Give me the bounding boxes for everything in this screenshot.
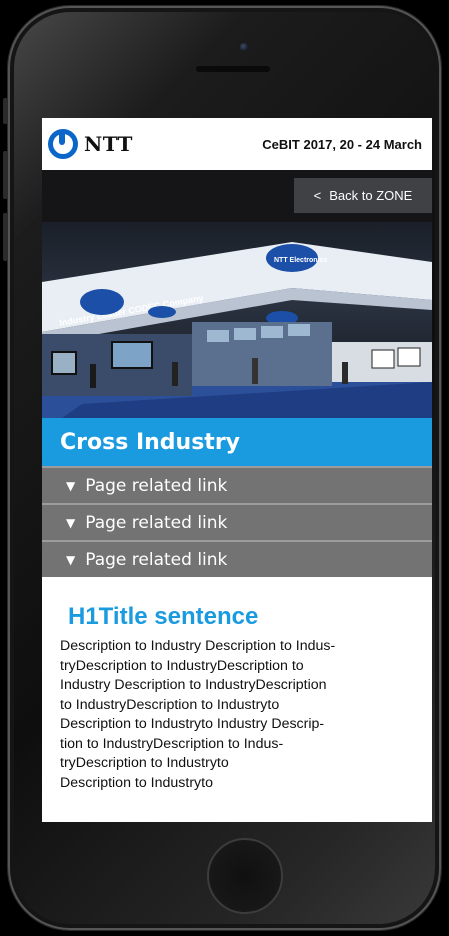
chevron-left-icon: < — [313, 188, 322, 203]
volume-up-button — [3, 151, 8, 199]
article-description: Description to Industry Description to I… — [60, 637, 418, 793]
article-title: H1Title sentence — [68, 603, 259, 630]
description-line: Description to Industry Description to I… — [60, 638, 336, 654]
booth-hero-image: Industry Leader CODEC Company NTT Electr… — [42, 222, 432, 418]
page-related-link-1[interactable]: ▼ Page related link — [42, 466, 432, 503]
section-title: Cross Industry — [42, 418, 432, 466]
earpiece-speaker — [196, 66, 270, 72]
triangle-down-icon: ▼ — [66, 478, 76, 493]
front-camera — [240, 43, 248, 51]
description-line: Description to Industryto — [60, 774, 213, 791]
booth-logo-text: NTT Electronics — [274, 257, 327, 264]
nav-band: < Back to ZONE — [42, 170, 432, 222]
link-label: Page related link — [85, 549, 228, 570]
article-content: H1Title sentence Description to Industry… — [42, 577, 432, 793]
triangle-down-icon: ▼ — [66, 552, 76, 567]
description-line: tryDescription to IndustryDescription to — [60, 657, 304, 674]
logo-text: NTT — [84, 132, 133, 156]
home-button[interactable] — [207, 838, 283, 914]
ntt-logo-icon — [48, 129, 78, 159]
page-related-link-3[interactable]: ▼ Page related link — [42, 540, 432, 577]
mute-switch — [3, 98, 8, 124]
link-label: Page related link — [85, 475, 228, 496]
page-related-link-2[interactable]: ▼ Page related link — [42, 503, 432, 540]
description-line: tion to IndustryDescription to Indus- — [60, 735, 284, 752]
ntt-logo[interactable]: NTT — [48, 129, 133, 159]
description-line: tryDescription to Industryto — [60, 755, 229, 771]
description-line: to IndustryDescription to Industryto — [60, 696, 280, 713]
description-line: Industry Description to IndustryDescript… — [60, 677, 327, 693]
back-button-label: Back to ZONE — [329, 188, 413, 203]
booth-illustration: Industry Leader CODEC Company NTT Electr… — [42, 242, 432, 418]
site-header: NTT CeBIT 2017, 20 - 24 March — [42, 118, 432, 170]
phone-screen: NTT CeBIT 2017, 20 - 24 March < Back to … — [42, 118, 432, 822]
link-label: Page related link — [85, 512, 228, 533]
back-to-zone-button[interactable]: < Back to ZONE — [294, 178, 432, 213]
triangle-down-icon: ▼ — [66, 515, 76, 530]
volume-down-button — [3, 213, 8, 261]
event-date-label: CeBIT 2017, 20 - 24 March — [262, 136, 422, 152]
description-line: Description to Industryto Industry Descr… — [60, 716, 325, 732]
